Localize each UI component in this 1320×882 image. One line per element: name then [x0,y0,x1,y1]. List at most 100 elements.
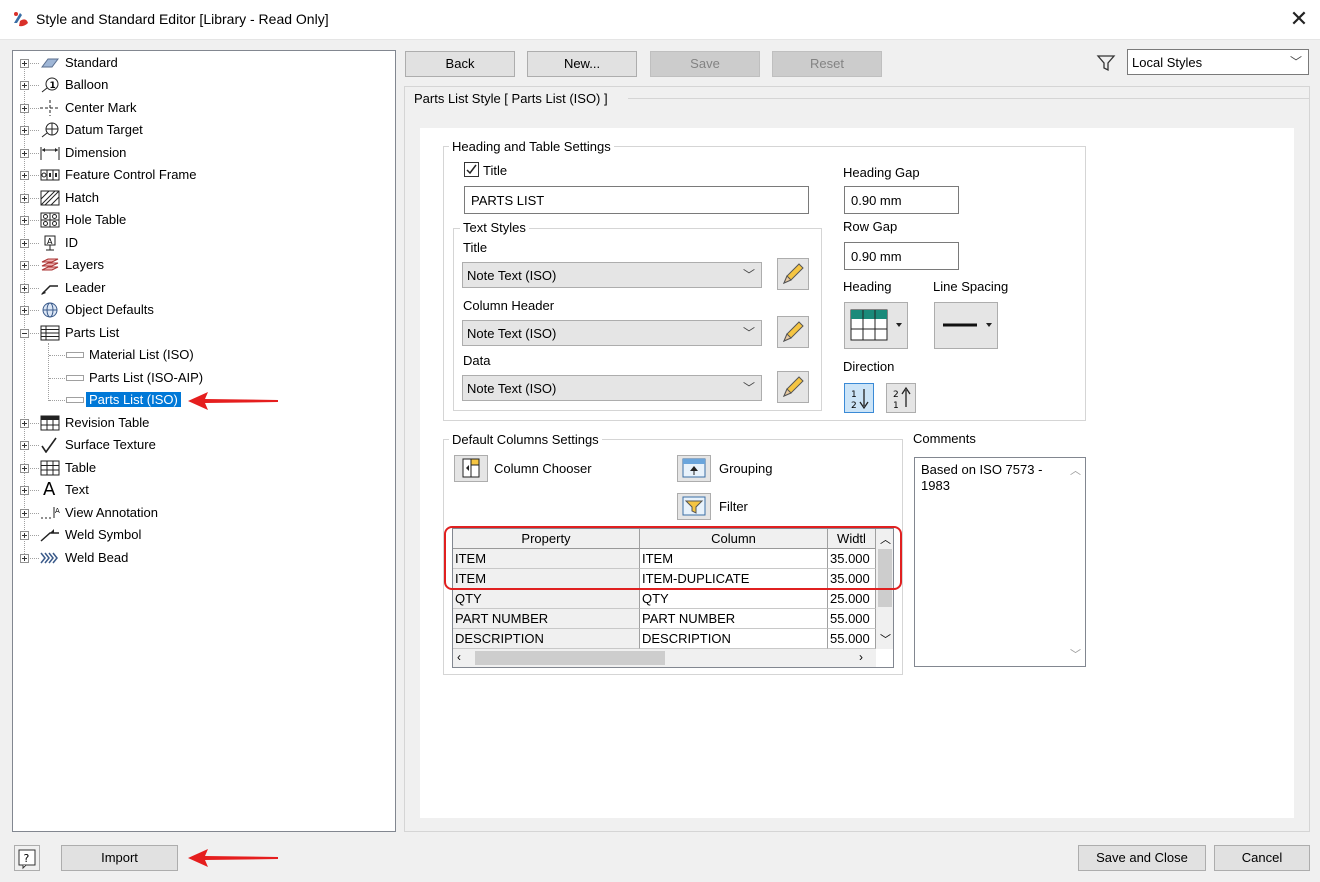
column-chooser-label: Column Chooser [494,461,592,476]
red-arrow-annotation [188,849,278,867]
grid-cell-column[interactable]: PART NUMBER [640,609,828,629]
title-checkbox-label: Title [483,163,508,178]
grid-cell-property[interactable]: DESCRIPTION [453,629,640,649]
grid-cell-property[interactable]: QTY [453,589,640,609]
weld-bead-icon [40,552,58,564]
default-columns-title: Default Columns Settings [449,432,602,447]
save-button[interactable]: Save [650,51,760,77]
new-button[interactable]: New... [527,51,637,77]
tree-item-feature-control-frame[interactable]: Feature Control Frame [13,164,393,186]
column-header-style-label: Column Header [463,298,555,313]
tree-item-surface-texture[interactable]: Surface Texture [13,434,393,456]
chevron-down-icon: ﹀ [742,268,755,282]
svg-text:1: 1 [50,81,56,91]
feature-control-frame-icon [40,169,60,181]
back-button[interactable]: Back [405,51,515,77]
tree-item-parts-list-iso-aip[interactable]: Parts List (ISO-AIP) [13,367,393,389]
grid-cell-column[interactable]: QTY [640,589,828,609]
revision-table-icon [40,415,60,431]
tree-item-center-mark[interactable]: Center Mark [13,97,393,119]
grid-cell-column[interactable]: DESCRIPTION [640,629,828,649]
object-defaults-icon [42,302,58,318]
grid-cell-property[interactable]: PART NUMBER [453,609,640,629]
tree-item-text[interactable]: A Text [13,479,393,501]
hatch-icon [40,190,60,206]
grid-cell-width[interactable]: 55.000 [828,629,876,649]
svg-text:1: 1 [851,390,857,400]
tree-item-table[interactable]: Table [13,457,393,479]
cancel-button[interactable]: Cancel [1214,845,1310,871]
chevron-down-icon: ﹀ [1289,55,1302,69]
chevron-left-icon: ‹ [457,650,461,664]
title-text-style-dropdown[interactable]: Note Text (ISO) ﹀ [462,262,762,288]
tree-item-datum-target[interactable]: Datum Target [13,119,393,141]
id-icon: A [44,235,56,251]
sort-up-icon: 2 1 [893,386,911,411]
row-gap-input[interactable]: 0.90 mm [844,242,959,270]
tree-item-hatch[interactable]: Hatch [13,187,393,209]
help-button[interactable]: ? [14,845,40,871]
edit-data-style-button[interactable] [777,371,809,403]
style-filter-dropdown[interactable]: Local Styles ﹀ [1127,49,1309,75]
tree-item-view-annotation[interactable]: A View Annotation [13,502,393,524]
tree-item-weld-symbol[interactable]: Weld Symbol [13,524,393,546]
tree-item-revision-table[interactable]: Revision Table [13,412,393,434]
data-text-style-dropdown[interactable]: Note Text (ISO) ﹀ [462,375,762,401]
chevron-up-icon: ︿ [1070,465,1081,477]
tree-item-weld-bead[interactable]: Weld Bead [13,547,393,569]
dimension-icon [40,147,60,160]
tree-item-id[interactable]: A ID [13,232,393,254]
tree-item-layers[interactable]: Layers [13,254,393,276]
svg-text:A: A [47,237,53,246]
layers-icon [41,258,59,271]
tree-item-dimension[interactable]: Dimension [13,142,393,164]
tree-item-parts-list[interactable]: Parts List [13,322,393,344]
title-bar: Style and Standard Editor [Library - Rea… [0,0,1320,40]
import-button[interactable]: Import [61,845,178,871]
tree-item-material-list-iso[interactable]: Material List (ISO) [13,344,393,366]
chevron-down-icon: ﹀ [880,634,891,646]
filter-button[interactable] [677,493,711,520]
direction-down-button[interactable]: 1 2 [844,383,874,413]
comments-text: Based on ISO 7573 - 1983 [921,462,1043,493]
tree-item-leader[interactable]: Leader [13,277,393,299]
style-tree[interactable]: Standard 1 Balloon Center Mark Datum Tar… [12,50,396,832]
direction-label: Direction [843,359,895,374]
title-input[interactable]: PARTS LIST [464,186,809,214]
red-highlight-annotation [444,526,902,590]
comments-textarea[interactable]: Based on ISO 7573 - 1983 ︿ ﹀ [914,457,1086,667]
grid-horizontal-scrollbar[interactable]: ‹ › [453,649,876,667]
data-style-label: Data [463,353,491,368]
save-and-close-button[interactable]: Save and Close [1078,845,1206,871]
pencil-icon [783,263,804,284]
tree-item-hole-table[interactable]: Hole Table [13,209,393,231]
grouping-button[interactable] [677,455,711,482]
line-spacing-dropdown[interactable] [934,302,998,349]
edit-column-header-style-button[interactable] [777,316,809,348]
title-checkbox[interactable] [464,162,479,177]
balloon-icon: 1 [41,77,59,93]
svg-text:?: ? [24,852,30,865]
tree-item-object-defaults[interactable]: Object Defaults [13,299,393,321]
tree-item-standard[interactable]: Standard [13,52,393,74]
panel-header: Parts List Style [ Parts List (ISO) ] [410,91,612,106]
edit-title-style-button[interactable] [777,258,809,290]
scrollbar-thumb[interactable] [475,651,665,665]
grid-cell-width[interactable]: 55.000 [828,609,876,629]
heading-position-dropdown[interactable] [844,302,908,349]
window-title: Style and Standard Editor [Library - Rea… [36,11,329,27]
tree-item-balloon[interactable]: 1 Balloon [13,74,393,96]
column-header-text-style-dropdown[interactable]: Note Text (ISO) ﹀ [462,320,762,346]
column-chooser-button[interactable] [454,455,488,482]
heading-table-settings-title: Heading and Table Settings [449,139,614,154]
grid-cell-width[interactable]: 25.000 [828,589,876,609]
style-leaf-icon [66,375,84,381]
heading-gap-input[interactable]: 0.90 mm [844,186,959,214]
sort-down-icon: 1 2 [851,389,869,411]
reset-button[interactable]: Reset [772,51,882,77]
app-icon [14,12,28,27]
close-icon[interactable]: ✕ [1284,4,1314,34]
chevron-down-icon: ﹀ [742,326,755,340]
direction-up-button[interactable]: 2 1 [886,383,916,413]
red-arrow-annotation [188,392,278,410]
